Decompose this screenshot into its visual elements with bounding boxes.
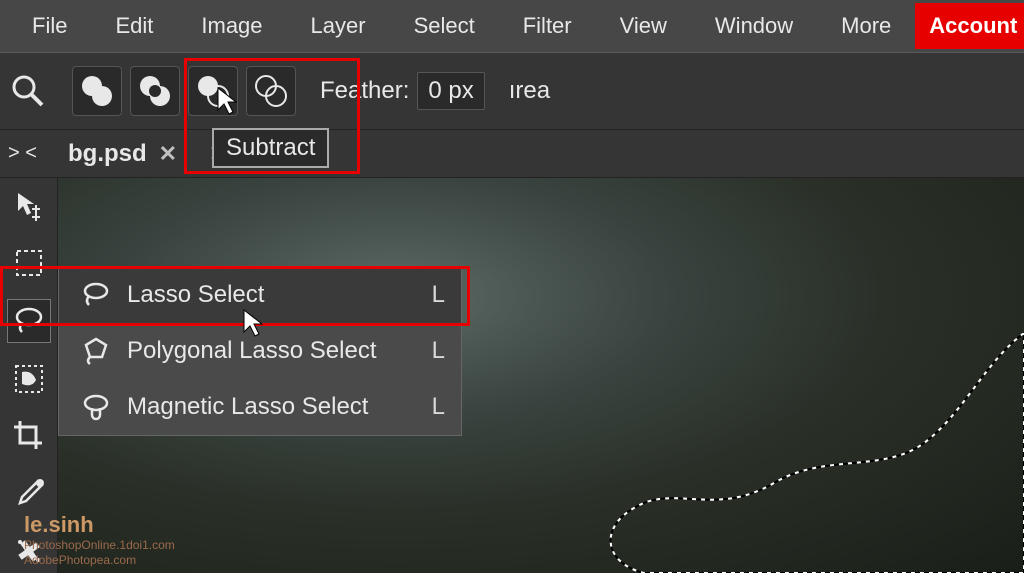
cursor-icon [242,308,266,338]
menu-filter[interactable]: Filter [499,0,596,52]
menu-select[interactable]: Select [390,0,499,52]
options-bar: Feather: 0 px ırea [0,52,1024,130]
flyout-magnetic-lasso[interactable]: Magnetic Lasso Select L [59,379,461,435]
lasso-tool-flyout: Lasso Select L Polygonal Lasso Select L … [58,266,462,436]
flyout-label: Polygonal Lasso Select [127,337,417,365]
expand-panels-icon[interactable]: > < [8,142,37,165]
flyout-label: Lasso Select [127,281,417,309]
menu-edit[interactable]: Edit [91,0,177,52]
account-button[interactable]: Account [915,3,1024,49]
polygonal-lasso-icon [75,335,117,367]
area-text: ırea [509,77,550,105]
zoom-tool-icon[interactable] [8,71,48,111]
tab-close-icon[interactable]: ✕ [159,141,177,167]
feather-control: Feather: 0 px [320,72,485,110]
flyout-label: Magnetic Lasso Select [127,393,417,421]
marquee-tool[interactable] [7,242,51,286]
menu-bar: File Edit Image Layer Select Filter View… [0,0,1024,52]
mode-intersect-selection[interactable] [246,66,296,116]
watermark-brand: le.sinh [24,512,175,538]
marching-ants-selection [544,333,1024,573]
mode-add-selection[interactable] [130,66,180,116]
feather-label: Feather: [320,77,409,105]
lasso-icon [75,279,117,311]
eyedropper-tool[interactable] [7,472,51,516]
magnetic-lasso-icon [75,391,117,423]
main-area: Lasso Select L Polygonal Lasso Select L … [0,178,1024,573]
menu-more[interactable]: More [817,0,915,52]
tabs-bar: > < bg.psd ✕ ✕ [0,130,1024,178]
watermark-line2: AdobePhotopea.com [24,553,175,567]
selection-mode-buttons [72,66,296,116]
crop-tool[interactable] [7,414,51,458]
flyout-shortcut: L [417,337,445,365]
watermark: le.sinh PhotoshopOnline.1doi1.com AdobeP… [24,512,175,567]
move-tool[interactable] [7,184,51,228]
lasso-tool[interactable] [7,299,51,343]
flyout-shortcut: L [417,281,445,309]
watermark-line1: PhotoshopOnline.1doi1.com [24,538,175,552]
feather-value[interactable]: 0 px [417,72,484,110]
tooltip-subtract: Subtract [212,128,329,168]
menu-window[interactable]: Window [691,0,817,52]
menu-layer[interactable]: Layer [287,0,390,52]
cursor-icon [216,86,240,116]
menu-file[interactable]: File [8,0,91,52]
mode-new-selection[interactable] [72,66,122,116]
document-tab[interactable]: bg.psd ✕ [58,130,187,177]
flyout-shortcut: L [417,393,445,421]
tab-label: bg.psd [68,140,147,168]
quick-select-tool[interactable] [7,357,51,401]
menu-image[interactable]: Image [177,0,286,52]
menu-view[interactable]: View [596,0,691,52]
